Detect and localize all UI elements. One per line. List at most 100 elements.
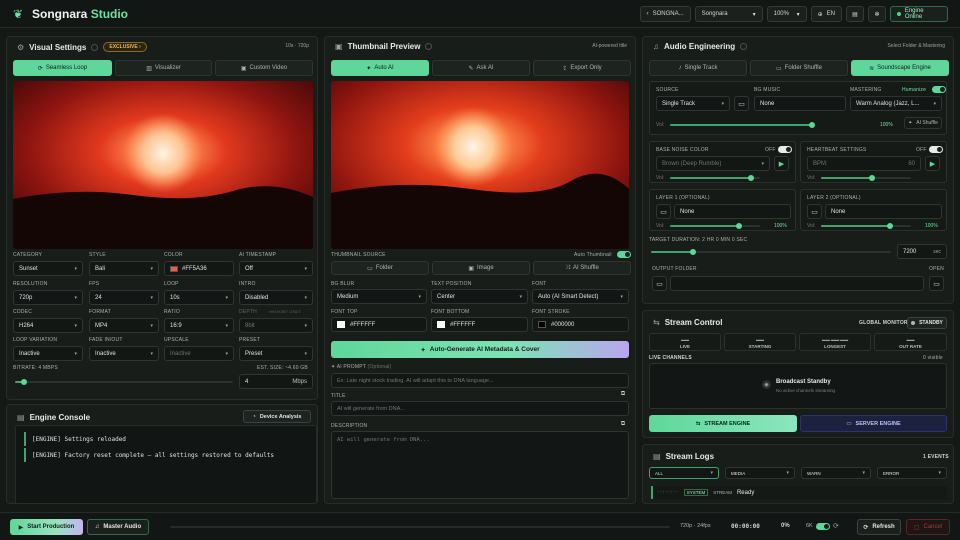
play-icon[interactable]: ▶ <box>774 156 789 171</box>
tab-folder-shuffle[interactable]: ▭ Folder Shuffle <box>750 60 848 76</box>
ai-shuffle-audio-button[interactable]: ✦ AI Shuffle <box>904 117 942 129</box>
folder-icon[interactable]: ▭ <box>652 276 667 291</box>
noise-volume-slider[interactable] <box>670 175 760 181</box>
filter-all[interactable]: ALL ▾ <box>649 467 719 479</box>
info-icon[interactable] <box>425 43 433 50</box>
tab-custom-video[interactable]: ▣ Custom Video <box>215 60 313 76</box>
resolution-select[interactable]: 720p ▾ <box>13 290 83 305</box>
auto-thumbnail-toggle[interactable] <box>617 251 631 258</box>
audio-panel: ♫ Audio Engineering Select Folder & Maste… <box>642 36 954 304</box>
tab-auto-ai[interactable]: ✦ Auto AI <box>331 60 429 76</box>
sixk-toggle[interactable] <box>816 523 830 530</box>
layer1-volume-slider[interactable] <box>670 223 760 229</box>
fade-select[interactable]: Inactive ▾ <box>89 346 159 361</box>
image-icon: ▣ <box>335 42 343 51</box>
filter-media[interactable]: MEDIA ▾ <box>725 467 795 479</box>
ai-prompt-input[interactable]: Ex: Late night stock trading. AI will ad… <box>331 373 629 388</box>
duration-input[interactable]: 7200 sec <box>897 244 947 259</box>
font-stroke-input[interactable]: #000000 <box>532 317 629 332</box>
humanize-toggle[interactable] <box>932 86 946 93</box>
mastering-select[interactable]: Warm Analog (Jazz, L... ▾ <box>850 96 942 111</box>
ratio-select[interactable]: 16:9 ▾ <box>164 318 234 333</box>
font-select[interactable]: Auto (AI Smart Detect) ▾ <box>532 289 629 304</box>
source-volume-slider[interactable] <box>670 122 815 128</box>
tab-seamless-loop[interactable]: ⟳ Seamless Loop <box>13 60 112 76</box>
duration-slider[interactable] <box>651 249 891 255</box>
layer1-label: LAYER 1 (OPTIONAL) <box>656 195 710 201</box>
noise-toggle[interactable] <box>778 146 792 153</box>
duration-label: TARGET DURATION: 2 HR 0 MIN 0 SEC <box>649 237 748 243</box>
bitrate-slider[interactable] <box>15 379 233 385</box>
bitrate-input[interactable]: 4 Mbps <box>239 374 313 389</box>
font-bottom-input[interactable]: #FFFFFF <box>431 317 528 332</box>
bg-music-input[interactable]: None <box>754 96 846 111</box>
fps-select[interactable]: 24 ▾ <box>89 290 159 305</box>
copy-icon[interactable]: ⧉ <box>618 390 628 399</box>
preset-select[interactable]: Preset ▾ <box>239 346 313 361</box>
folder-icon[interactable]: ▭ <box>734 96 749 111</box>
info-icon[interactable] <box>740 43 748 50</box>
project-selector[interactable]: ‹ SONGNA... <box>639 6 691 22</box>
loop-variation-select[interactable]: Inactive ▾ <box>13 346 83 361</box>
font-top-input[interactable]: #FFFFFF <box>331 317 427 332</box>
description-input[interactable]: AI will generate from DNA... <box>331 431 629 499</box>
master-audio-button[interactable]: ♫ Master Audio <box>87 519 149 535</box>
format-select[interactable]: MP4 ▾ <box>89 318 159 333</box>
image-source-button[interactable]: ▣ Image <box>432 261 530 275</box>
ai-timestamp-select[interactable]: Off ▾ <box>239 261 313 276</box>
style-select[interactable]: Bali ▾ <box>89 261 159 276</box>
heartbeat-volume-slider[interactable] <box>821 175 911 181</box>
filter-warn[interactable]: WARN ▾ <box>801 467 871 479</box>
bg-blur-select[interactable]: Medium ▾ <box>331 289 427 304</box>
app-title: Songnara Studio <box>32 6 129 21</box>
folder-icon[interactable]: ▭ <box>807 204 822 219</box>
tab-visualizer[interactable]: ▥ Visualizer <box>115 60 212 76</box>
book-icon[interactable]: ▤ <box>846 6 864 22</box>
play-icon[interactable]: ▶ <box>925 156 940 171</box>
folder-source-button[interactable]: ▭ Folder <box>331 261 429 275</box>
color-swatch[interactable] <box>337 321 345 328</box>
layer1-input[interactable]: None <box>674 204 791 219</box>
layer2-volume-slider[interactable] <box>821 223 911 229</box>
text-position-select[interactable]: Center ▾ <box>431 289 528 304</box>
output-folder-input[interactable] <box>670 276 924 291</box>
engine-status[interactable]: Engine Online <box>890 6 948 22</box>
copy-icon[interactable]: ⧉ <box>618 420 628 429</box>
loop-select[interactable]: 10s ▾ <box>164 290 234 305</box>
language-button[interactable]: ⊕ EN <box>810 6 842 22</box>
tab-soundscape-engine[interactable]: ≋ Soundscape Engine <box>851 60 949 76</box>
codec-select[interactable]: H264 ▾ <box>13 318 83 333</box>
source-select[interactable]: Single Track ▾ <box>656 96 730 111</box>
heartbeat-toggle[interactable] <box>929 146 943 153</box>
zoom-select[interactable]: 100% ▾ <box>766 6 807 22</box>
auto-generate-button[interactable]: ✦ Auto-Generate AI Metadata & Cover <box>331 341 629 358</box>
category-select[interactable]: Sunset ▾ <box>13 261 83 276</box>
tab-export-only[interactable]: ⇪ Export Only <box>533 60 631 76</box>
open-folder-icon[interactable]: ▭ <box>929 276 944 291</box>
cancel-button[interactable]: ▢ Cancel <box>906 519 950 535</box>
ai-shuffle-button[interactable]: ⤨ AI Shuffle <box>533 261 631 275</box>
mastering-label: MASTERING <box>850 87 882 93</box>
preset-select[interactable]: Songnara ▾ <box>694 6 763 22</box>
refresh-button[interactable]: ⟳ Refresh <box>857 519 901 535</box>
color-swatch[interactable] <box>437 321 445 328</box>
standby-button[interactable]: STANDBY <box>907 317 947 329</box>
filter-error[interactable]: ERROR ▾ <box>877 467 947 479</box>
server-engine-button[interactable]: ▭ SERVER ENGINE <box>800 415 947 432</box>
gear-icon[interactable]: ✻ <box>868 6 886 22</box>
start-production-button[interactable]: ▶ Start Production <box>10 519 83 535</box>
refresh-small-icon[interactable]: ⟳ <box>833 522 839 530</box>
device-analysis-button[interactable]: ◔ Device Analysis <box>243 410 311 423</box>
folder-icon[interactable]: ▭ <box>656 204 671 219</box>
layer2-input[interactable]: None <box>825 204 942 219</box>
color-swatch[interactable] <box>538 321 546 328</box>
visual-settings-panel: ⚙ Visual Settings EXCLUSIVE › 10s · 720p … <box>6 36 318 400</box>
stream-engine-button[interactable]: ⇆ STREAM ENGINE <box>649 415 797 432</box>
title-input[interactable]: AI will generate from DNA... <box>331 401 629 416</box>
color-swatch[interactable] <box>170 265 178 272</box>
color-input[interactable]: #FF5A36 <box>164 261 234 276</box>
tab-single-track[interactable]: ♪ Single Track <box>649 60 747 76</box>
tab-ask-ai[interactable]: ✎ Ask AI <box>432 60 530 76</box>
info-icon[interactable] <box>91 43 99 51</box>
intro-select[interactable]: Disabled ▾ <box>239 290 313 305</box>
